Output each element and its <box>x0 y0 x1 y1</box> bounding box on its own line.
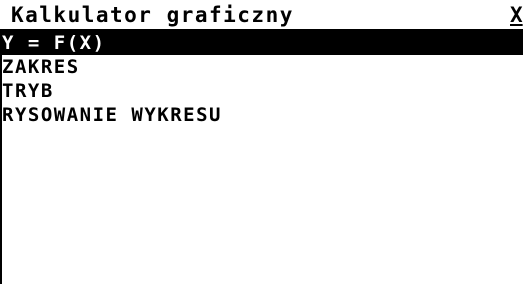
main-menu: Y = F(X) ZAKRES TRYB RYSOWANIE WYKRESU <box>0 31 523 127</box>
close-button[interactable]: X <box>510 2 523 28</box>
graphing-calculator-window: Kalkulator graficzny X Y = F(X) ZAKRES T… <box>0 0 523 284</box>
menu-item-range[interactable]: ZAKRES <box>0 55 523 79</box>
window-title: Kalkulator graficzny <box>11 3 294 27</box>
menu-item-draw-graph[interactable]: RYSOWANIE WYKRESU <box>0 103 523 127</box>
title-bar: Kalkulator graficzny X <box>0 0 523 30</box>
menu-item-mode[interactable]: TRYB <box>0 79 523 103</box>
menu-item-function[interactable]: Y = F(X) <box>0 31 523 55</box>
